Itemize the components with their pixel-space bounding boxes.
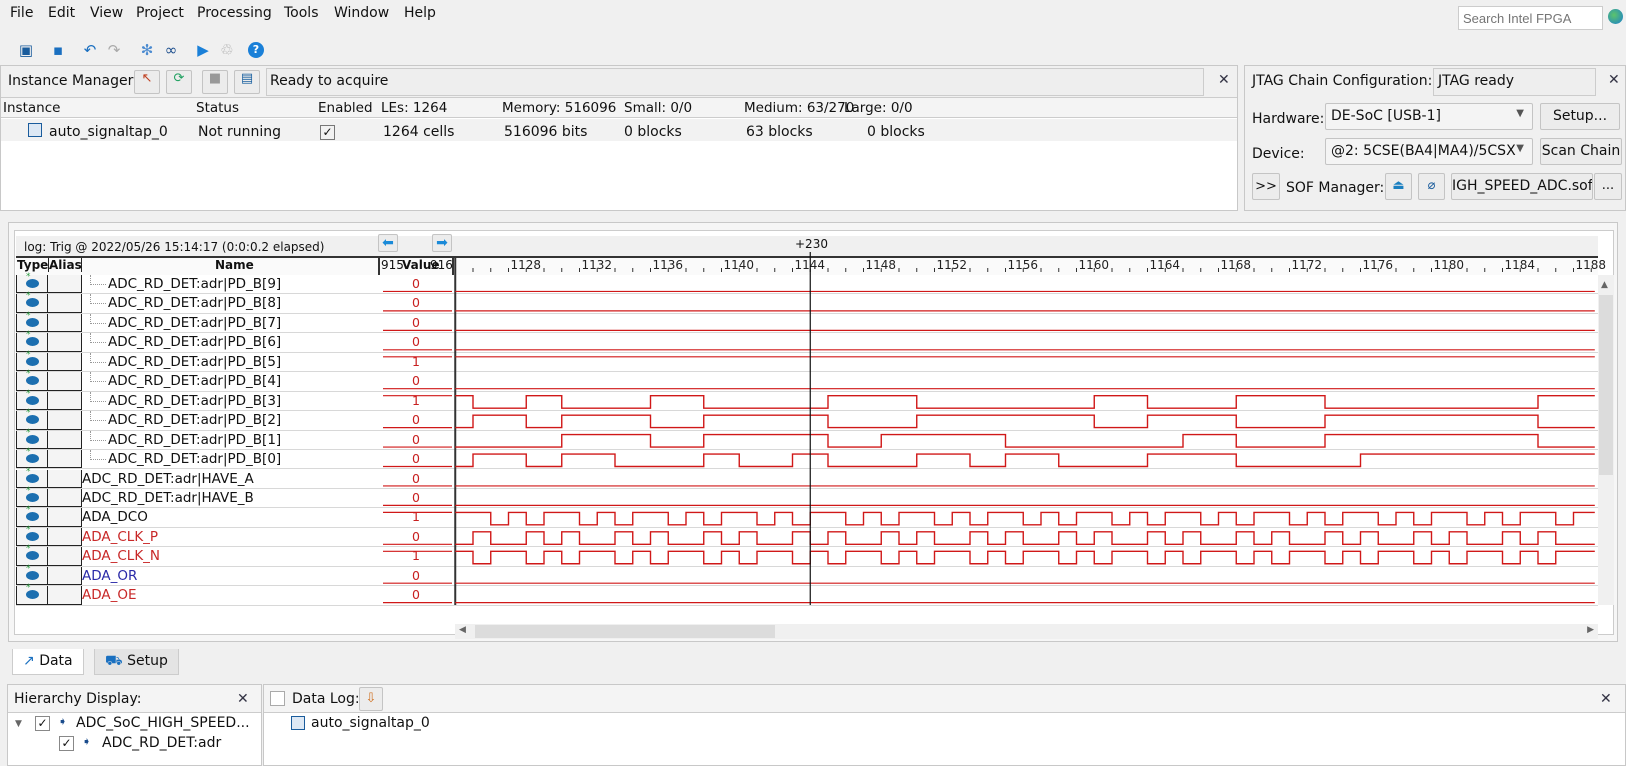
signal-waveform [455, 531, 1595, 545]
data-icon: ↗ [23, 653, 35, 669]
signal-waveform [455, 550, 1595, 565]
scroll-left-icon[interactable]: ◀ [459, 625, 466, 635]
hierarchy-item[interactable]: ADC_SoC_HIGH_SPEED... [76, 715, 250, 731]
horizontal-scrollbar[interactable]: ◀ ▶ [455, 624, 1598, 639]
ruler-label: 1156 [1008, 258, 1039, 272]
instance-icon [291, 716, 305, 730]
data-log-checkbox[interactable] [270, 691, 285, 706]
scroll-thumb[interactable] [475, 625, 775, 638]
close-icon[interactable]: ✕ [237, 691, 249, 707]
signal-waveform [455, 511, 1595, 526]
ruler-label: 1140 [724, 258, 755, 272]
ruler-label: 1188 [1576, 258, 1607, 272]
node-icon: ➧ [82, 735, 92, 748]
close-icon[interactable]: ✕ [1600, 691, 1612, 707]
ruler-label: 1168 [1221, 258, 1252, 272]
tab-setup[interactable]: ⛟ Setup [94, 649, 179, 675]
data-log-header [264, 685, 1625, 713]
ruler-label: 1176 [1363, 258, 1394, 272]
signal-waveform [455, 395, 1595, 409]
ruler-label: 1136 [653, 258, 684, 272]
data-log-sort-icon[interactable]: ⇩ [359, 687, 383, 711]
scroll-thumb[interactable] [1599, 295, 1613, 475]
scroll-up-icon[interactable]: ▲ [1601, 280, 1608, 290]
hierarchy-checkbox[interactable]: ✓ [35, 716, 50, 731]
tab-data-label: Data [39, 653, 73, 669]
tab-setup-label: Setup [127, 653, 168, 669]
ruler-label: 1160 [1079, 258, 1110, 272]
tab-data[interactable]: ↗ Data [12, 649, 84, 675]
ruler-label: 1148 [866, 258, 897, 272]
hierarchy-label: Hierarchy Display: [14, 691, 142, 707]
waveform-canvas[interactable]: 1128113211361140114411481152115611601164… [0, 0, 1626, 766]
ruler-label: 1132 [582, 258, 613, 272]
ruler-label: 1152 [937, 258, 968, 272]
scroll-right-icon[interactable]: ▶ [1587, 625, 1594, 635]
ruler-label: 1180 [1434, 258, 1465, 272]
signal-waveform [455, 433, 1595, 448]
ruler-label: 1172 [1292, 258, 1323, 272]
signal-waveform [455, 453, 1595, 468]
ruler-label: 1184 [1505, 258, 1536, 272]
ruler-label: 1128 [511, 258, 542, 272]
collapse-icon[interactable]: ▼ [15, 719, 22, 729]
hierarchy-item[interactable]: ADC_RD_DET:adr [102, 735, 221, 751]
node-icon: ➧ [58, 715, 68, 728]
setup-icon: ⛟ [105, 653, 123, 669]
data-log-label: Data Log: [292, 691, 360, 707]
signal-waveform [455, 414, 1595, 429]
vertical-scrollbar[interactable]: ▲ [1598, 275, 1614, 605]
hierarchy-checkbox[interactable]: ✓ [59, 736, 74, 751]
data-log-item[interactable]: auto_signaltap_0 [311, 715, 430, 731]
ruler-label: 1164 [1150, 258, 1181, 272]
